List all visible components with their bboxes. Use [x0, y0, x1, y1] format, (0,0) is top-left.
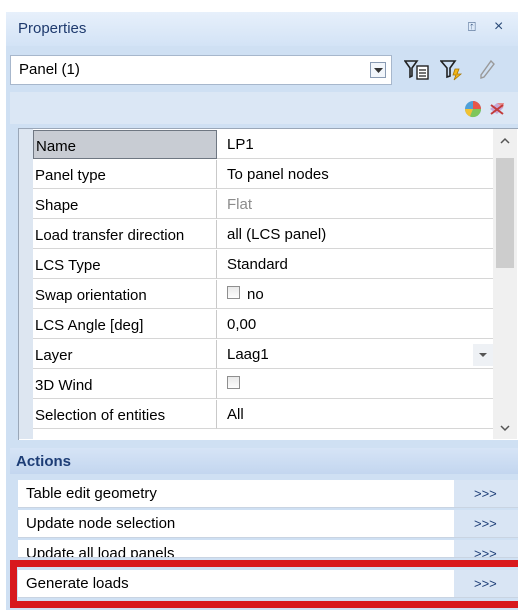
- action-run-button[interactable]: >>>: [454, 480, 518, 507]
- property-name: Layer: [35, 347, 73, 364]
- property-value-cell[interactable]: All: [217, 400, 493, 429]
- eraser-icon[interactable]: [488, 100, 506, 116]
- action-run-label: >>>: [474, 546, 497, 558]
- property-value-cell[interactable]: 0,00: [217, 310, 493, 339]
- action-run-button[interactable]: >>>: [454, 540, 518, 558]
- action-label: Update all load panels: [26, 545, 175, 558]
- property-row-name[interactable]: Name LP1: [33, 130, 493, 160]
- property-name-cell: LCS Angle [deg]: [33, 310, 217, 339]
- property-row-lcs-angle[interactable]: LCS Angle [deg] 0,00: [33, 310, 493, 340]
- property-name-cell: Name: [33, 130, 217, 159]
- filter-select-icon[interactable]: [403, 59, 430, 81]
- property-name-cell: Shape: [33, 190, 217, 219]
- property-value[interactable]: Laag1: [227, 346, 269, 363]
- property-value-cell[interactable]: [217, 370, 493, 399]
- property-row-swap-orientation[interactable]: Swap orientation no: [33, 280, 493, 310]
- property-row-shape[interactable]: Shape Flat: [33, 190, 493, 220]
- property-value-cell[interactable]: Standard: [217, 250, 493, 279]
- chevron-down-icon[interactable]: [497, 420, 513, 436]
- property-value[interactable]: 0,00: [227, 316, 256, 333]
- property-name: Load transfer direction: [35, 227, 185, 244]
- chevron-down-icon[interactable]: [370, 62, 386, 78]
- property-name: Selection of entities: [35, 407, 166, 424]
- property-row-load-transfer-direction[interactable]: Load transfer direction all (LCS panel): [33, 220, 493, 250]
- property-value: no: [247, 286, 264, 303]
- property-value-cell[interactable]: no: [217, 280, 493, 309]
- action-label: Table edit geometry: [26, 485, 157, 502]
- property-name: LCS Type: [35, 257, 101, 274]
- close-icon[interactable]: ×: [494, 18, 510, 35]
- property-name: Swap orientation: [35, 287, 147, 304]
- scrollbar-thumb[interactable]: [496, 158, 514, 268]
- property-value[interactable]: Standard: [227, 256, 288, 273]
- property-row-lcs-type[interactable]: LCS Type Standard: [33, 250, 493, 280]
- property-value-cell[interactable]: Laag1: [217, 340, 493, 369]
- secondary-toolbar: [10, 92, 518, 124]
- property-name: Shape: [35, 197, 79, 214]
- object-selector-value: Panel (1): [19, 61, 80, 78]
- property-name-cell: Swap orientation: [33, 280, 217, 309]
- action-run-button[interactable]: >>>: [454, 510, 518, 537]
- property-value[interactable]: All: [227, 406, 244, 423]
- property-name-cell: LCS Type: [33, 250, 217, 279]
- highlight-box: [10, 560, 518, 608]
- actions-header: [10, 448, 518, 474]
- chevron-up-icon[interactable]: [497, 133, 513, 149]
- action-label: Update node selection: [26, 515, 176, 532]
- action-update-all-load-panels[interactable]: Update all load panels >>>: [18, 540, 518, 558]
- property-value-cell[interactable]: To panel nodes: [217, 160, 493, 189]
- property-value-cell[interactable]: all (LCS panel): [217, 220, 493, 249]
- action-table-edit-geometry[interactable]: Table edit geometry >>>: [18, 480, 518, 508]
- property-name-cell: Selection of entities: [33, 400, 217, 429]
- pencil-icon[interactable]: [478, 59, 496, 81]
- property-value[interactable]: LP1: [227, 136, 254, 153]
- action-run-label: >>>: [474, 486, 497, 501]
- property-row-3d-wind[interactable]: 3D Wind: [33, 370, 493, 400]
- property-row-layer[interactable]: Layer Laag1: [33, 340, 493, 370]
- filter-add-icon[interactable]: [439, 59, 464, 81]
- chevron-down-icon[interactable]: [473, 344, 493, 366]
- property-value[interactable]: To panel nodes: [227, 166, 329, 183]
- property-row-selection-of-entities[interactable]: Selection of entities All: [33, 400, 493, 430]
- property-name: 3D Wind: [35, 377, 93, 394]
- property-value-cell[interactable]: LP1: [217, 130, 493, 159]
- property-value: Flat: [227, 196, 253, 213]
- property-value[interactable]: all (LCS panel): [227, 226, 326, 243]
- property-grid-gutter: [19, 129, 33, 439]
- pie-chart-icon[interactable]: [464, 100, 482, 118]
- action-run-label: >>>: [474, 516, 497, 531]
- action-update-node-selection[interactable]: Update node selection >>>: [18, 510, 518, 538]
- pin-icon[interactable]: ⍐: [468, 19, 484, 35]
- property-name: Panel type: [35, 167, 106, 184]
- property-name: LCS Angle [deg]: [35, 317, 144, 334]
- property-name-cell: Panel type: [33, 160, 217, 189]
- property-name-cell: Load transfer direction: [33, 220, 217, 249]
- panel-title: Properties: [18, 20, 87, 37]
- 3d-wind-checkbox[interactable]: [227, 376, 240, 389]
- property-value-cell: Flat: [217, 190, 493, 219]
- property-name-cell: Layer: [33, 340, 217, 369]
- swap-orientation-checkbox[interactable]: [227, 286, 240, 299]
- property-name: Name: [36, 138, 77, 155]
- property-name-cell: 3D Wind: [33, 370, 217, 399]
- property-row-panel-type[interactable]: Panel type To panel nodes: [33, 160, 493, 190]
- actions-title: Actions: [16, 453, 72, 470]
